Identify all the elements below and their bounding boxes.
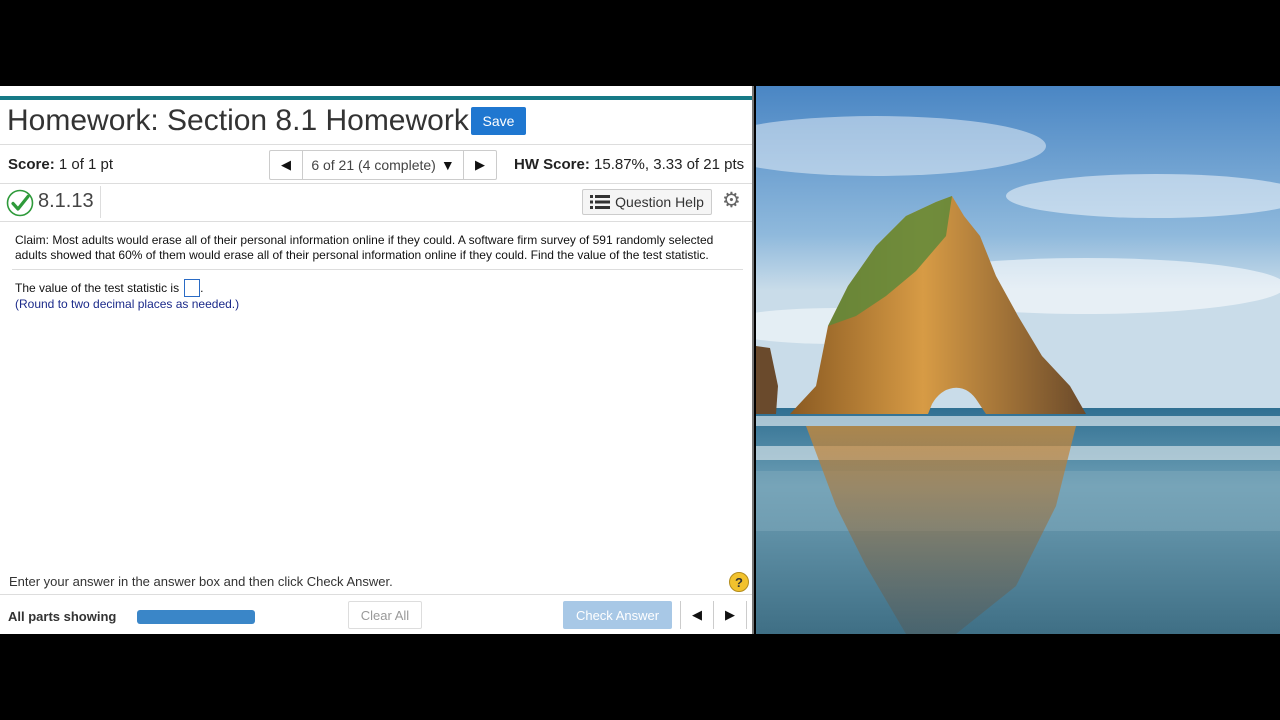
- progress-fill: [137, 610, 255, 624]
- next-question-button[interactable]: ▶: [464, 151, 496, 179]
- score-value: 1 of 1 pt: [58, 156, 114, 173]
- score-label: Score:: [8, 156, 55, 173]
- score-row: Score: 1 of 1 pt ◀ 6 of 21 (4 complete) …: [0, 144, 754, 184]
- triangle-left-icon: ◀: [692, 607, 702, 622]
- prev-question-button[interactable]: ◀: [270, 151, 302, 179]
- question-position: 6 of 21 (4 complete): [311, 157, 436, 173]
- question-nav: ◀ 6 of 21 (4 complete) ▼ ▶: [269, 150, 497, 180]
- answer-statement: The value of the test statistic is .: [15, 279, 203, 297]
- homework-panel: Homework: Section 8.1 Homework Save Scor…: [0, 86, 754, 634]
- header-divider: [100, 186, 101, 218]
- triangle-down-icon: ▼: [440, 157, 455, 173]
- bottom-bar: All parts showing Clear All Check Answer…: [0, 594, 754, 634]
- hw-score-label: HW Score:: [514, 156, 590, 173]
- save-button[interactable]: Save: [471, 107, 526, 135]
- hw-score-value: 15.87%, 3.33 of 21 pts: [594, 156, 745, 173]
- answer-input[interactable]: [184, 279, 201, 297]
- triangle-right-icon: ▶: [475, 157, 485, 172]
- score: Score: 1 of 1 pt: [8, 156, 113, 173]
- parts-label: All parts showing: [8, 609, 117, 624]
- next-button[interactable]: ▶: [714, 601, 747, 629]
- parts-progress-bar: [137, 610, 255, 624]
- question-claim: Claim: Most adults would erase all of th…: [15, 233, 714, 262]
- panel-edge: [752, 86, 754, 634]
- page-title: Homework: Section 8.1 Homework: [7, 104, 469, 137]
- bottom-nav: ◀ ▶: [680, 601, 747, 629]
- check-circle-icon: [6, 189, 34, 217]
- question-circle-icon[interactable]: ?: [729, 572, 749, 592]
- question-help-label: Question Help: [615, 194, 704, 210]
- clear-all-button[interactable]: Clear All: [348, 601, 422, 629]
- question-number: 8.1.13: [38, 190, 94, 212]
- question-help-button[interactable]: Question Help: [582, 189, 712, 215]
- instruction-message: Enter your answer in the answer box and …: [9, 574, 393, 589]
- hw-score: HW Score: 15.87%, 3.33 of 21 pts: [514, 156, 744, 173]
- question-dropdown[interactable]: 6 of 21 (4 complete) ▼: [302, 151, 464, 179]
- accent-bar: [0, 96, 754, 100]
- question-separator: [12, 269, 743, 270]
- rounding-hint: (Round to two decimal places as needed.): [15, 297, 240, 311]
- triangle-left-icon: ◀: [281, 157, 291, 172]
- statement-text: The value of the test statistic is: [15, 281, 180, 295]
- list-icon: [590, 195, 611, 209]
- desktop-wallpaper: [756, 86, 1280, 634]
- question-header: 8.1.13 Question Help ⚙: [0, 184, 754, 222]
- gear-icon[interactable]: ⚙: [722, 188, 741, 213]
- check-answer-button[interactable]: Check Answer: [563, 601, 672, 629]
- triangle-right-icon: ▶: [725, 607, 735, 622]
- prev-button[interactable]: ◀: [681, 601, 714, 629]
- period: .: [200, 281, 204, 295]
